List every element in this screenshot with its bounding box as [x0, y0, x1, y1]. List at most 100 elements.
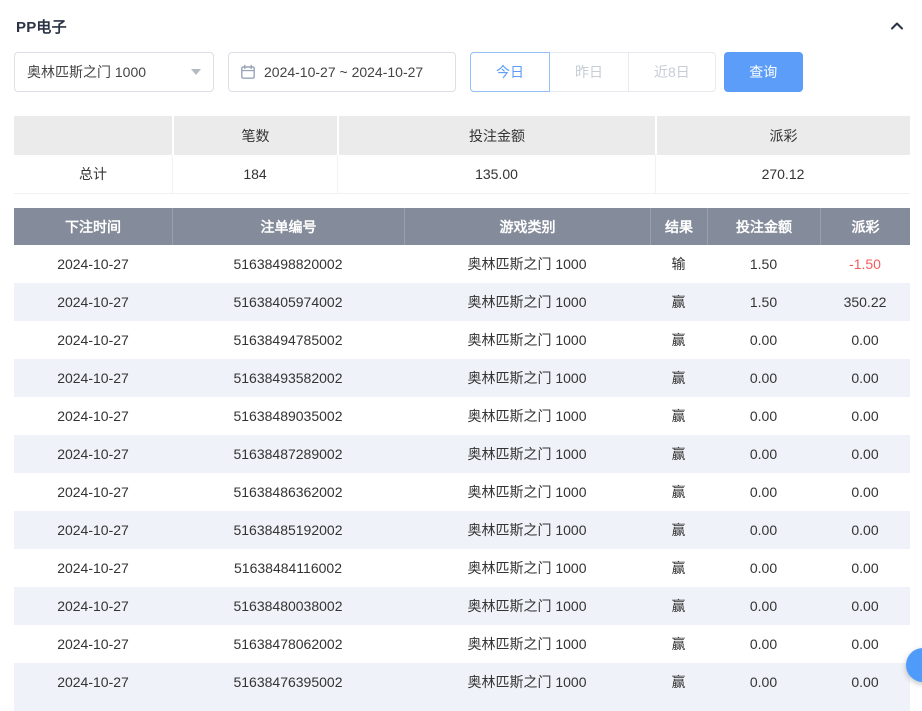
empty-cell: [820, 701, 910, 711]
result-cell: 赢: [650, 663, 707, 701]
game-type-cell: 奥林匹斯之门 1000: [404, 549, 650, 587]
game-type-cell: 奥林匹斯之门 1000: [404, 435, 650, 473]
collapse-button[interactable]: [886, 15, 908, 37]
bet-amount-cell: 0.00: [707, 435, 820, 473]
game-select[interactable]: 奥林匹斯之门 1000: [14, 52, 214, 92]
table-row: 2024-10-2751638485192002奥林匹斯之门 1000赢0.00…: [14, 511, 910, 549]
bet-amount-cell: 0.00: [707, 549, 820, 587]
result-cell: 赢: [650, 473, 707, 511]
empty-cell: [707, 701, 820, 711]
table-row-partial: [14, 701, 910, 711]
header-order-id: 注单编号: [172, 208, 404, 245]
search-button[interactable]: 查询: [724, 52, 803, 92]
payout-cell: 0.00: [820, 663, 910, 701]
bet-time-cell: 2024-10-27: [14, 587, 172, 625]
order-id-cell: 51638485192002: [172, 511, 404, 549]
payout-cell: 0.00: [820, 625, 910, 663]
summary-total-label: 总计: [14, 155, 172, 194]
bet-time-cell: 2024-10-27: [14, 321, 172, 359]
table-row: 2024-10-2751638486362002奥林匹斯之门 1000赢0.00…: [14, 473, 910, 511]
game-type-cell: 奥林匹斯之门 1000: [404, 321, 650, 359]
payout-cell: 0.00: [820, 435, 910, 473]
quick-date-buttons: 今日 昨日 近8日: [470, 52, 716, 92]
bet-time-cell: 2024-10-27: [14, 359, 172, 397]
payout-cell: -1.50: [820, 245, 910, 283]
payout-cell: 350.22: [820, 283, 910, 321]
bet-amount-cell: 0.00: [707, 321, 820, 359]
game-type-cell: 奥林匹斯之门 1000: [404, 663, 650, 701]
summary-payout-value: 270.12: [655, 155, 910, 194]
result-cell: 赢: [650, 511, 707, 549]
result-cell: 赢: [650, 625, 707, 663]
bet-time-cell: 2024-10-27: [14, 511, 172, 549]
today-button[interactable]: 今日: [470, 52, 550, 92]
empty-cell: [172, 701, 404, 711]
bet-time-cell: 2024-10-27: [14, 245, 172, 283]
bet-amount-cell: 1.50: [707, 245, 820, 283]
payout-cell: 0.00: [820, 359, 910, 397]
order-id-cell: 51638486362002: [172, 473, 404, 511]
summary-count-value: 184: [172, 155, 337, 194]
result-cell: 输: [650, 245, 707, 283]
summary-table: 笔数 投注金额 派彩 总计 184 135.00 270.12: [14, 116, 910, 194]
result-cell: 赢: [650, 587, 707, 625]
game-select-value: 奥林匹斯之门 1000: [27, 62, 146, 82]
result-cell: 赢: [650, 397, 707, 435]
bet-records-table: 下注时间 注单编号 游戏类别 结果 投注金额 派彩 2024-10-275163…: [14, 208, 910, 711]
bet-time-cell: 2024-10-27: [14, 435, 172, 473]
bet-amount-cell: 0.00: [707, 397, 820, 435]
payout-cell: 0.00: [820, 511, 910, 549]
summary-header-empty: [14, 116, 172, 155]
bet-table-body: 2024-10-2751638498820002奥林匹斯之门 1000输1.50…: [14, 245, 910, 711]
summary-header-payout: 派彩: [655, 116, 910, 155]
bet-time-cell: 2024-10-27: [14, 549, 172, 587]
payout-cell: 0.00: [820, 397, 910, 435]
table-row: 2024-10-2751638405974002奥林匹斯之门 1000赢1.50…: [14, 283, 910, 321]
game-type-cell: 奥林匹斯之门 1000: [404, 397, 650, 435]
header-result: 结果: [650, 208, 707, 245]
order-id-cell: 51638489035002: [172, 397, 404, 435]
bet-time-cell: 2024-10-27: [14, 473, 172, 511]
result-cell: 赢: [650, 321, 707, 359]
bet-amount-cell: 0.00: [707, 663, 820, 701]
order-id-cell: 51638494785002: [172, 321, 404, 359]
pp-electronic-section: PP电子 奥林匹斯之门 1000 2024-10-27 ~ 2024-10-27…: [0, 0, 922, 711]
payout-cell: 0.00: [820, 549, 910, 587]
order-id-cell: 51638484116002: [172, 549, 404, 587]
yesterday-button[interactable]: 昨日: [549, 52, 629, 92]
game-type-cell: 奥林匹斯之门 1000: [404, 473, 650, 511]
order-id-cell: 51638493582002: [172, 359, 404, 397]
chevron-up-icon: [889, 18, 905, 34]
header-bet-amount: 投注金额: [707, 208, 820, 245]
bet-amount-cell: 0.00: [707, 625, 820, 663]
summary-header-bet-amount: 投注金额: [337, 116, 655, 155]
payout-cell: 0.00: [820, 473, 910, 511]
bet-time-cell: 2024-10-27: [14, 625, 172, 663]
date-range-picker[interactable]: 2024-10-27 ~ 2024-10-27: [228, 52, 456, 92]
result-cell: 赢: [650, 283, 707, 321]
table-row: 2024-10-2751638493582002奥林匹斯之门 1000赢0.00…: [14, 359, 910, 397]
payout-cell: 0.00: [820, 321, 910, 359]
order-id-cell: 51638405974002: [172, 283, 404, 321]
order-id-cell: 51638480038002: [172, 587, 404, 625]
order-id-cell: 51638476395002: [172, 663, 404, 701]
header-game-type: 游戏类别: [404, 208, 650, 245]
bet-time-cell: 2024-10-27: [14, 283, 172, 321]
section-header: PP电子: [14, 0, 910, 50]
table-row: 2024-10-2751638487289002奥林匹斯之门 1000赢0.00…: [14, 435, 910, 473]
bet-time-cell: 2024-10-27: [14, 663, 172, 701]
bet-amount-cell: 0.00: [707, 473, 820, 511]
table-row: 2024-10-2751638480038002奥林匹斯之门 1000赢0.00…: [14, 587, 910, 625]
bet-amount-cell: 1.50: [707, 283, 820, 321]
game-type-cell: 奥林匹斯之门 1000: [404, 359, 650, 397]
caret-down-icon: [191, 69, 201, 75]
last-8-days-button[interactable]: 近8日: [628, 52, 716, 92]
empty-cell: [14, 701, 172, 711]
bet-amount-cell: 0.00: [707, 511, 820, 549]
calendar-icon: [240, 64, 256, 80]
bet-time-cell: 2024-10-27: [14, 397, 172, 435]
table-row: 2024-10-2751638494785002奥林匹斯之门 1000赢0.00…: [14, 321, 910, 359]
table-row: 2024-10-2751638484116002奥林匹斯之门 1000赢0.00…: [14, 549, 910, 587]
game-type-cell: 奥林匹斯之门 1000: [404, 245, 650, 283]
table-row: 2024-10-2751638478062002奥林匹斯之门 1000赢0.00…: [14, 625, 910, 663]
